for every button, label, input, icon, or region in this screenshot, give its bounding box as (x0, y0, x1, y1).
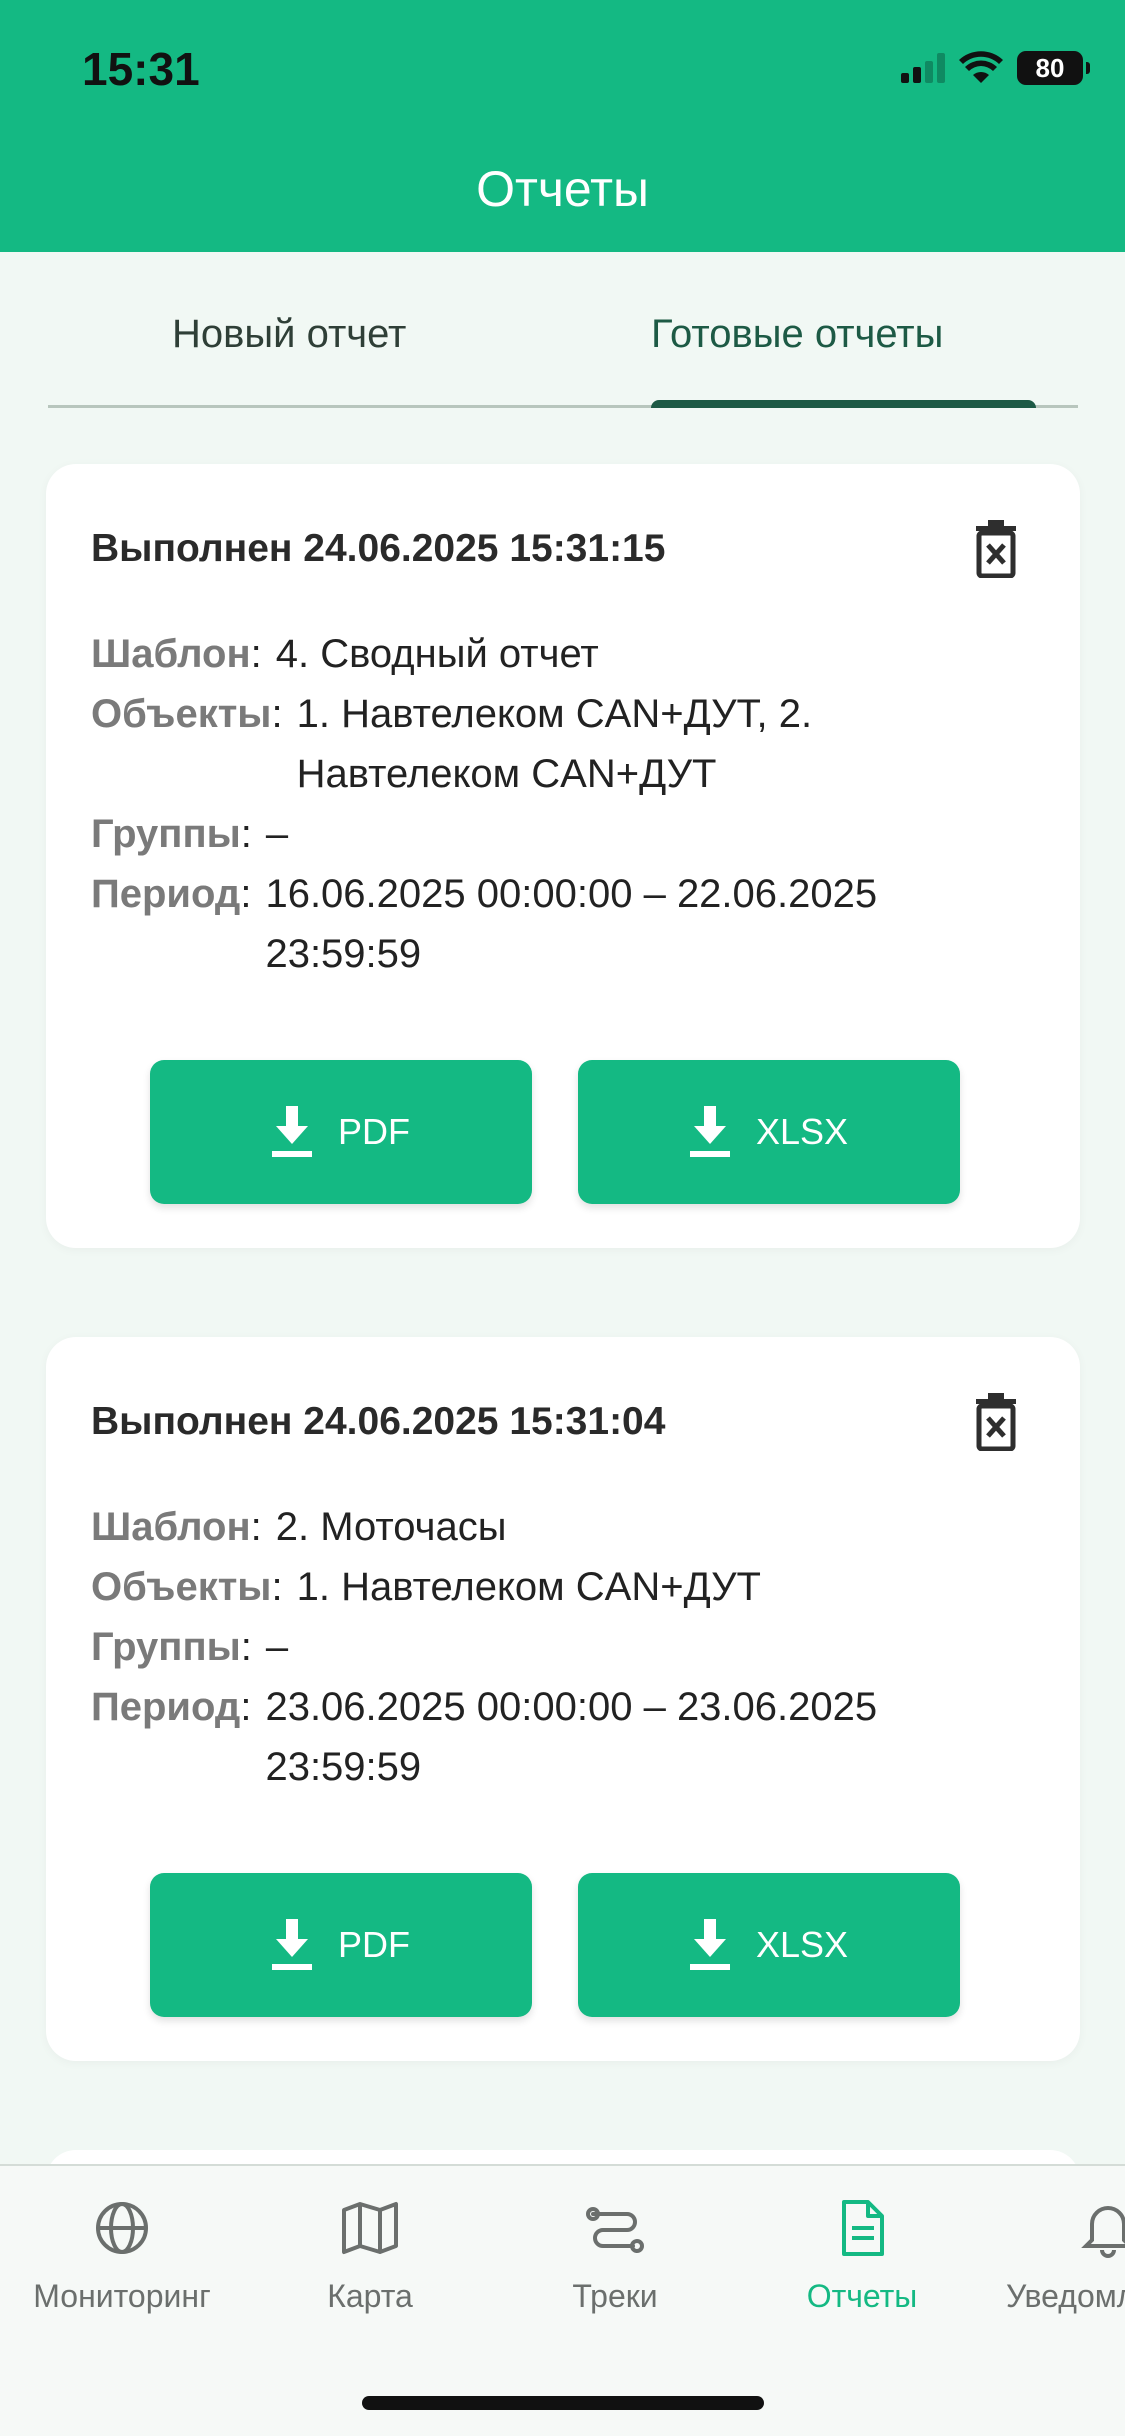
report-tabs: Новый отчет Готовые отчеты (48, 252, 1078, 408)
report-title: Выполнен 24.06.2025 15:31:04 (91, 1400, 666, 1443)
field-value: 2. Моточасы (275, 1505, 507, 1549)
field-template: Шаблон: 4. Сводный отчет (91, 624, 1031, 684)
nav-item-map[interactable]: Карта (250, 2196, 490, 2315)
tab-ready-reports[interactable]: Готовые отчеты (651, 312, 943, 357)
download-icon (272, 1919, 312, 1970)
field-label: Группы (91, 1625, 241, 1669)
pdf-label: PDF (338, 1111, 410, 1152)
nav-item-reports[interactable]: Отчеты (742, 2196, 982, 2315)
report-card: Выполнен 24.06.2025 15:31:04 Шаблон: 2. … (46, 1337, 1080, 2061)
pdf-label: PDF (338, 1924, 410, 1965)
field-label: Шаблон (91, 1505, 251, 1549)
status-time: 15:31 (82, 43, 200, 95)
field-value: – (265, 1625, 289, 1669)
document-icon (842, 2200, 884, 2256)
nav-item-notifications[interactable]: Уведомл (990, 2196, 1125, 2315)
nav-label: Отчеты (806, 2278, 918, 2314)
report-details: Шаблон: 4. Сводный отчет Объекты: 1. Нав… (91, 624, 1031, 984)
field-groups: Группы: – (91, 1617, 1031, 1677)
delete-report-icon[interactable] (974, 1393, 1018, 1451)
home-indicator[interactable] (362, 2396, 764, 2410)
download-pdf-button[interactable]: PDF (150, 1873, 532, 2017)
xlsx-label: XLSX (755, 1111, 849, 1152)
app-header: 15:31 80 Отчеты (0, 0, 1125, 252)
field-label: Период (91, 1685, 241, 1729)
field-value: 16.06.2025 00:00:00 – 22.06.2025 23:59:5… (265, 872, 878, 976)
download-icon (689, 1106, 730, 1157)
nav-item-tracks[interactable]: Треки (495, 2196, 735, 2315)
field-value: 23.06.2025 00:00:00 – 23.06.2025 23:59:5… (265, 1685, 878, 1789)
field-period: Период: 23.06.2025 00:00:00 – 23.06.2025… (91, 1677, 1031, 1797)
nav-label: Треки (572, 2278, 658, 2314)
field-objects: Объекты: 1. Навтелеком CAN+ДУТ, 2. Навте… (91, 684, 1031, 804)
report-details: Шаблон: 2. Моточасы Объекты: 1. Навтелек… (91, 1497, 1031, 1797)
globe-icon (96, 2202, 148, 2254)
report-title: Выполнен 24.06.2025 15:31:15 (91, 527, 666, 570)
field-value: – (265, 812, 289, 856)
field-label: Объекты (91, 1565, 272, 1609)
download-icon (689, 1919, 730, 1970)
page-title: Отчеты (476, 161, 649, 217)
map-icon (342, 2202, 398, 2254)
field-template: Шаблон: 2. Моточасы (91, 1497, 1031, 1557)
status-indicators: 80 (901, 48, 1090, 88)
route-icon (586, 2207, 644, 2253)
delete-report-icon[interactable] (974, 520, 1018, 578)
download-xlsx-button[interactable]: XLSX (578, 1873, 960, 2017)
wifi-icon (959, 51, 1003, 83)
field-objects: Объекты: 1. Навтелеком CAN+ДУТ (91, 1557, 1031, 1617)
field-label: Шаблон (91, 632, 251, 676)
bell-icon (1081, 2206, 1125, 2258)
field-label: Группы (91, 812, 241, 856)
nav-label: Карта (327, 2278, 413, 2314)
field-value: 4. Сводный отчет (275, 632, 599, 676)
active-tab-indicator (651, 400, 1036, 408)
nav-label: Уведомл (1006, 2278, 1125, 2314)
cellular-signal-icon (901, 53, 945, 83)
field-value: 1. Навтелеком CAN+ДУТ, 2. Навтелеком CAN… (296, 692, 813, 796)
tab-new-report[interactable]: Новый отчет (172, 312, 406, 357)
nav-label: Мониторинг (33, 2278, 211, 2314)
field-value: 1. Навтелеком CAN+ДУТ (296, 1565, 761, 1609)
report-card: Выполнен 24.06.2025 15:31:15 Шаблон: 4. … (46, 464, 1080, 1248)
download-icon (272, 1106, 312, 1157)
battery-level: 80 (1035, 52, 1065, 83)
battery-icon: 80 (1017, 51, 1090, 85)
download-pdf-button[interactable]: PDF (150, 1060, 532, 1204)
xlsx-label: XLSX (755, 1924, 849, 1965)
field-groups: Группы: – (91, 804, 1031, 864)
field-label: Период (91, 872, 241, 916)
field-period: Период: 16.06.2025 00:00:00 – 22.06.2025… (91, 864, 1031, 984)
download-xlsx-button[interactable]: XLSX (578, 1060, 960, 1204)
field-label: Объекты (91, 692, 272, 736)
nav-item-monitoring[interactable]: Мониторинг (2, 2196, 242, 2315)
